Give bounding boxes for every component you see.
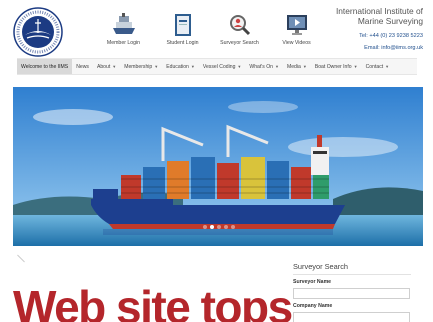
nav-label: Boat Owner Info <box>314 63 352 70</box>
surveyor-name-label: Surveyor Name <box>293 279 332 285</box>
caret-down-icon: ▼ <box>237 64 242 69</box>
org-name-line1: International Institute of <box>335 6 423 16</box>
nav-label: Membership <box>124 63 153 70</box>
main-nav: Welcome to the IIMS News About ▼ Membersh… <box>17 58 417 75</box>
slider-dot-5[interactable] <box>231 225 235 229</box>
slider-dot-4[interactable] <box>224 225 228 229</box>
ship-icon <box>112 13 135 34</box>
nav-item-vessel-coding[interactable]: Vessel Coding ▼ <box>199 59 246 74</box>
quick-links: Member Login Student Login Surveyor Sear… <box>96 12 326 46</box>
nav-label: Media <box>286 63 301 70</box>
caret-down-icon: ▼ <box>190 64 195 69</box>
surveyor-search-link[interactable]: Surveyor Search <box>212 12 267 46</box>
company-name-input[interactable] <box>293 312 410 322</box>
member-login-link[interactable]: Member Login <box>96 12 151 46</box>
decorative-line <box>17 254 25 263</box>
book-icon <box>174 14 191 36</box>
caret-down-icon: ▼ <box>302 64 307 69</box>
surveyor-search-label: Surveyor Search <box>220 40 259 46</box>
iims-logo[interactable] <box>13 7 63 57</box>
nav-item-contact[interactable]: Contact ▼ <box>362 59 394 74</box>
slider-dot-3[interactable] <box>217 225 221 229</box>
caret-down-icon: ▼ <box>112 64 117 69</box>
nav-item-whats-on[interactable]: What's On ▼ <box>245 59 283 74</box>
contact-block: International Institute of Marine Survey… <box>336 6 423 51</box>
caret-down-icon: ▼ <box>154 64 159 69</box>
slider-dot-2[interactable] <box>210 225 214 229</box>
container-ship-image <box>13 87 423 246</box>
slider-dot-1[interactable] <box>203 225 207 229</box>
org-name-line2: Marine Surveying <box>357 16 423 26</box>
nav-label: What's On <box>249 63 274 70</box>
surveyor-search-title: Surveyor Search <box>293 262 411 275</box>
nav-label: About <box>96 63 111 70</box>
view-videos-label: View Videos <box>282 40 311 46</box>
telephone: Tel: +44 (0) 23 9238 5223 <box>359 33 423 39</box>
nav-item-news[interactable]: News <box>72 59 93 74</box>
nav-item-about[interactable]: About ▼ <box>93 59 120 74</box>
nav-item-welcome[interactable]: Welcome to the IIMS <box>17 59 73 74</box>
nav-item-boat-owner-info[interactable]: Boat Owner Info ▼ <box>311 59 362 74</box>
nav-label: Welcome to the IIMS <box>21 63 69 70</box>
email-link[interactable]: Email: info@iims.org.uk <box>336 45 423 51</box>
member-login-label: Member Login <box>106 40 141 46</box>
view-videos-link[interactable]: View Videos <box>269 12 324 46</box>
slider-dots <box>203 225 235 229</box>
nav-item-media[interactable]: Media ▼ <box>283 59 311 74</box>
caret-down-icon: ▼ <box>275 64 279 69</box>
nav-label: Education <box>166 63 189 70</box>
nav-label: News <box>76 63 89 70</box>
surveyor-name-input[interactable] <box>293 288 410 299</box>
caret-down-icon: ▼ <box>385 64 390 69</box>
caret-down-icon: ▼ <box>353 64 358 69</box>
nav-label: Vessel Coding <box>202 63 236 70</box>
student-login-link[interactable]: Student Login <box>155 12 210 46</box>
magnifier-person-icon <box>229 15 250 36</box>
company-name-label: Company Name <box>293 303 333 309</box>
student-login-label: Student Login <box>166 40 199 46</box>
monitor-play-icon <box>286 15 307 35</box>
nav-item-education[interactable]: Education ▼ <box>162 59 199 74</box>
surveyor-search-widget: Surveyor Search Surveyor Name Company Na… <box>293 262 411 322</box>
nav-label: Contact <box>365 63 384 70</box>
article-headline[interactable]: Web site tops <box>13 280 293 322</box>
nav-item-membership[interactable]: Membership ▼ <box>120 59 162 74</box>
hero-slider[interactable] <box>13 87 423 246</box>
